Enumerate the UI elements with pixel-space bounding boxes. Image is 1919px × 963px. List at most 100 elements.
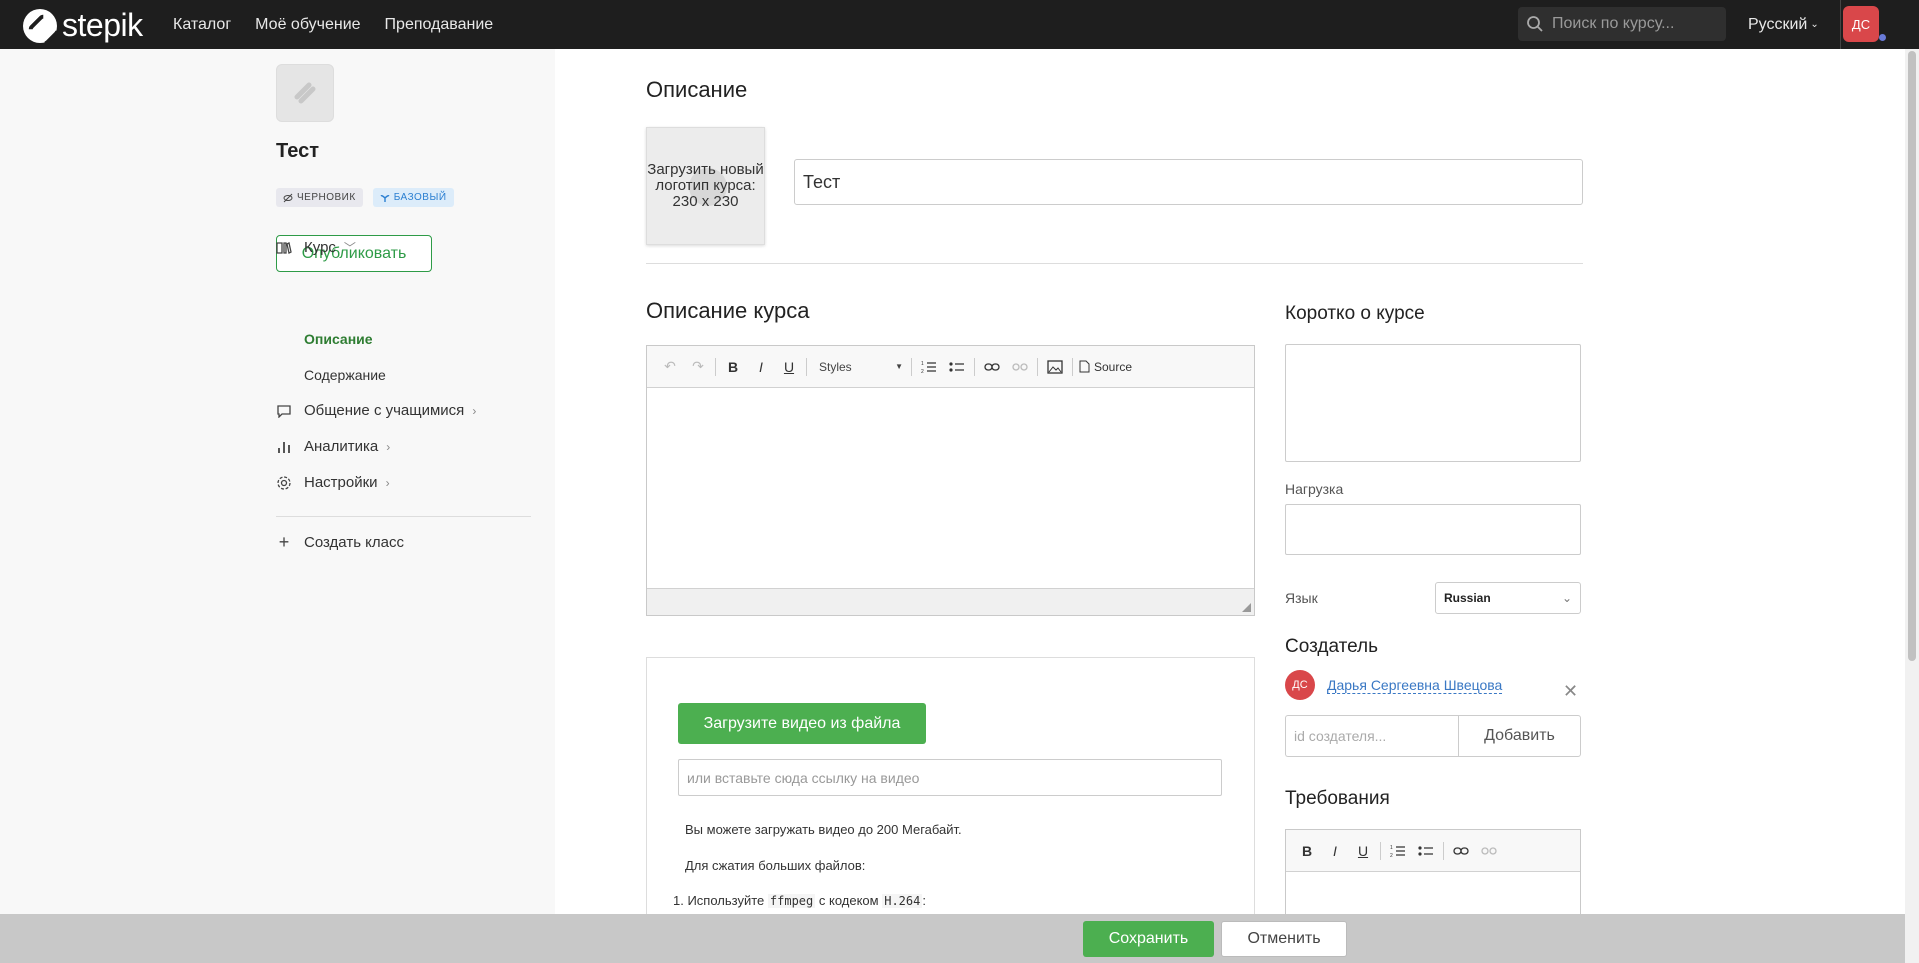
search-box <box>1518 7 1726 41</box>
sidebar-item-course-label: Курс <box>304 239 336 256</box>
course-logo <box>276 64 334 122</box>
italic-icon[interactable]: I <box>750 356 772 378</box>
workload-label: Нагрузка <box>1285 481 1344 497</box>
nav-divider <box>1840 0 1841 49</box>
sidebar-item-analytics[interactable]: Аналитика › <box>276 438 390 455</box>
sidebar-item-analytics-label: Аналитика <box>304 438 379 455</box>
summary-textarea[interactable] <box>1285 344 1581 462</box>
svg-text:1: 1 <box>921 361 924 367</box>
plus-icon: + <box>278 532 290 552</box>
stepik-logo[interactable]: stepik <box>23 7 143 44</box>
source-icon <box>1079 360 1090 373</box>
nav-links: Каталог Моё обучение Преподавание <box>173 0 493 49</box>
logo-upload-button[interactable]: Загрузить новый логотип курса: 230 x 230 <box>646 127 765 245</box>
stepik-placeholder-icon <box>294 82 316 104</box>
step1-mid: с кодеком <box>818 893 879 908</box>
creator-id-input[interactable]: id создателя... <box>1285 715 1459 757</box>
redo-icon[interactable]: ↷ <box>687 356 709 378</box>
link-icon[interactable] <box>1450 840 1472 862</box>
source-button[interactable]: Source <box>1079 360 1132 374</box>
course-title-input[interactable]: Тест <box>794 159 1583 205</box>
editor-footer <box>647 588 1254 615</box>
underline-icon[interactable]: U <box>1352 840 1374 862</box>
toolbar-separator <box>806 357 807 376</box>
step1-tool: ffmpeg <box>767 894 816 908</box>
logo-text: stepik <box>62 7 143 43</box>
bulleted-list-icon[interactable] <box>1415 840 1437 862</box>
page-scrollbar[interactable] <box>1905 49 1919 963</box>
undo-icon[interactable]: ↶ <box>659 356 681 378</box>
sprout-icon <box>380 194 390 202</box>
link-icon[interactable] <box>981 356 1003 378</box>
search-input[interactable] <box>1552 15 1712 33</box>
language-label: Язык <box>1285 590 1318 606</box>
basic-badge-label: БАЗОВЫЙ <box>393 192 447 203</box>
sidebar-item-content[interactable]: Содержание <box>304 367 386 383</box>
create-class-button[interactable]: + Создать класс <box>276 532 404 552</box>
chat-icon <box>276 403 292 419</box>
step1-codec: H.264 <box>882 894 923 908</box>
nav-link-teaching[interactable]: Преподавание <box>385 16 494 34</box>
editor-toolbar: ↶ ↷ B I U Styles ▼ 12 Source <box>647 346 1254 388</box>
workload-input[interactable] <box>1285 504 1581 555</box>
step1-prefix: 1. Используйте <box>673 893 765 908</box>
nav-link-my-learning[interactable]: Моё обучение <box>255 16 360 34</box>
chevron-down-icon: ⌄ <box>1561 591 1572 605</box>
scrollbar-thumb[interactable] <box>1908 51 1916 661</box>
toolbar-separator <box>1443 841 1444 860</box>
language-switcher[interactable]: Русский ⌄ <box>1748 0 1819 49</box>
numbered-list-icon[interactable]: 12 <box>1387 840 1409 862</box>
user-avatar[interactable]: ДС <box>1843 6 1879 42</box>
requirements-title: Требования <box>1285 788 1390 809</box>
image-icon[interactable] <box>1044 356 1066 378</box>
sidebar-item-settings-label: Настройки <box>304 474 378 491</box>
add-creator-button[interactable]: Добавить <box>1458 715 1581 757</box>
language-select[interactable]: Russian ⌄ <box>1435 582 1581 614</box>
sidebar-item-settings[interactable]: Настройки › <box>276 474 390 491</box>
bold-icon[interactable]: B <box>1296 840 1318 862</box>
section-divider <box>646 263 1583 264</box>
bold-icon[interactable]: B <box>722 356 744 378</box>
svg-text:2: 2 <box>921 369 924 374</box>
video-step-1: 1. Используйте ffmpeg с кодеком H.264: <box>673 893 926 908</box>
language-select-value: Russian <box>1444 591 1491 605</box>
unlink-icon[interactable] <box>1478 840 1500 862</box>
chevron-right-icon: › <box>385 475 390 490</box>
save-button[interactable]: Сохранить <box>1083 921 1214 957</box>
italic-icon[interactable]: I <box>1324 840 1346 862</box>
toolbar-separator <box>911 357 912 376</box>
bulleted-list-icon[interactable] <box>946 356 968 378</box>
stepik-logo-icon <box>23 8 57 43</box>
upload-video-button[interactable]: Загрузите видео из файла <box>678 703 926 744</box>
video-url-input[interactable]: или вставьте сюда ссылку на видео <box>678 759 1222 796</box>
requirements-toolbar: B I U 12 <box>1286 830 1580 872</box>
cancel-button[interactable]: Отменить <box>1221 921 1347 957</box>
bottom-action-bar: Сохранить Отменить <box>0 914 1905 963</box>
eye-off-icon <box>283 193 293 202</box>
styles-dropdown[interactable]: Styles ▼ <box>813 360 903 374</box>
sidebar-item-description[interactable]: Описание <box>304 331 373 347</box>
underline-icon[interactable]: U <box>778 356 800 378</box>
resize-handle-icon[interactable] <box>1242 603 1251 612</box>
numbered-list-icon[interactable]: 12 <box>918 356 940 378</box>
book-icon <box>276 240 292 256</box>
basic-badge: БАЗОВЫЙ <box>372 188 454 207</box>
unlink-icon[interactable] <box>1009 356 1031 378</box>
video-size-note: Вы можете загружать видео до 200 Мегабай… <box>685 822 962 837</box>
toolbar-separator <box>974 357 975 376</box>
svg-text:1: 1 <box>1390 845 1393 851</box>
gear-icon <box>276 475 292 491</box>
language-label: Русский <box>1748 15 1808 33</box>
close-icon[interactable]: ✕ <box>1563 681 1578 702</box>
editor-content-area[interactable] <box>647 388 1254 588</box>
sidebar-divider <box>276 516 531 517</box>
summary-title: Коротко о курсе <box>1285 303 1425 324</box>
creator-name-link[interactable]: Дарья Сергеевна Швецова <box>1327 677 1503 694</box>
sidebar-item-course[interactable]: Курс ﹀ <box>276 239 356 256</box>
draft-badge: ЧЕРНОВИК <box>276 188 363 207</box>
nav-link-catalog[interactable]: Каталог <box>173 16 231 34</box>
course-sidebar: Тест ЧЕРНОВИК БАЗОВЫЙ Опубликовать Курс … <box>0 49 555 963</box>
svg-text:2: 2 <box>1390 853 1393 858</box>
sidebar-item-communication[interactable]: Общение с учащимися › <box>276 402 476 419</box>
page-title: Описание <box>646 77 748 102</box>
